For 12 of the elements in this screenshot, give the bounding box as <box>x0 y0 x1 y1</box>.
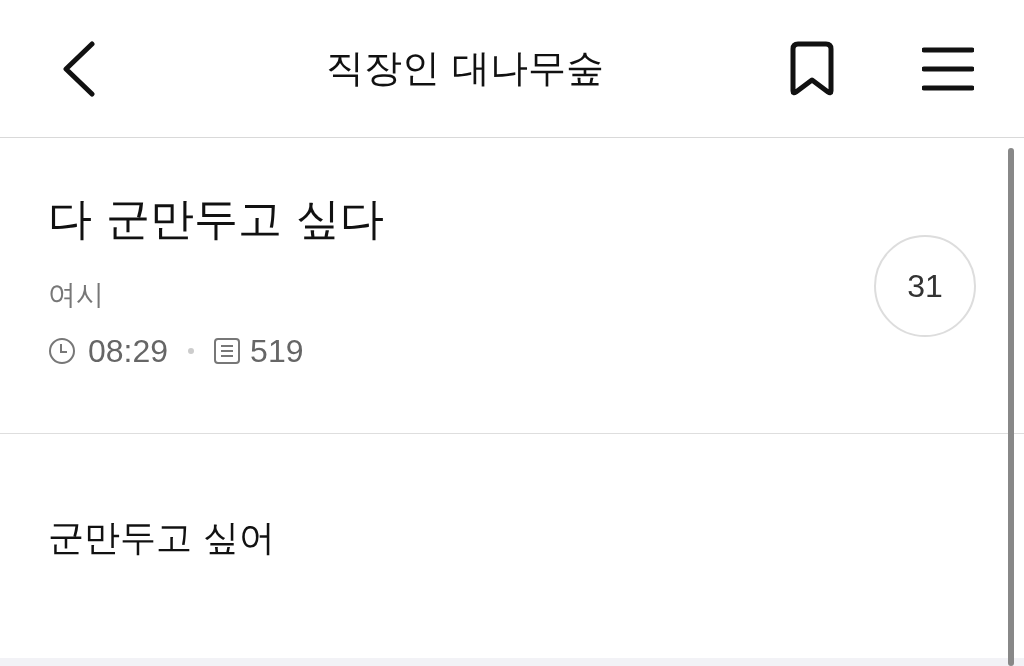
page-title: 직장인 대나무숲 <box>325 45 605 92</box>
post-title: 다 군만두고 싶다 <box>48 196 385 241</box>
comment-count[interactable]: 31 <box>874 234 976 337</box>
author-name: 여시 <box>48 280 105 309</box>
post-time: 08:29 <box>88 331 169 371</box>
scrollbar[interactable] <box>1008 148 1014 666</box>
clock-icon <box>48 336 76 365</box>
post-body: 군만두고 싶어 <box>48 520 277 556</box>
back-icon <box>60 40 96 97</box>
menu-icon <box>922 45 974 92</box>
view-count: 519 <box>250 331 304 371</box>
document-icon <box>214 337 241 364</box>
